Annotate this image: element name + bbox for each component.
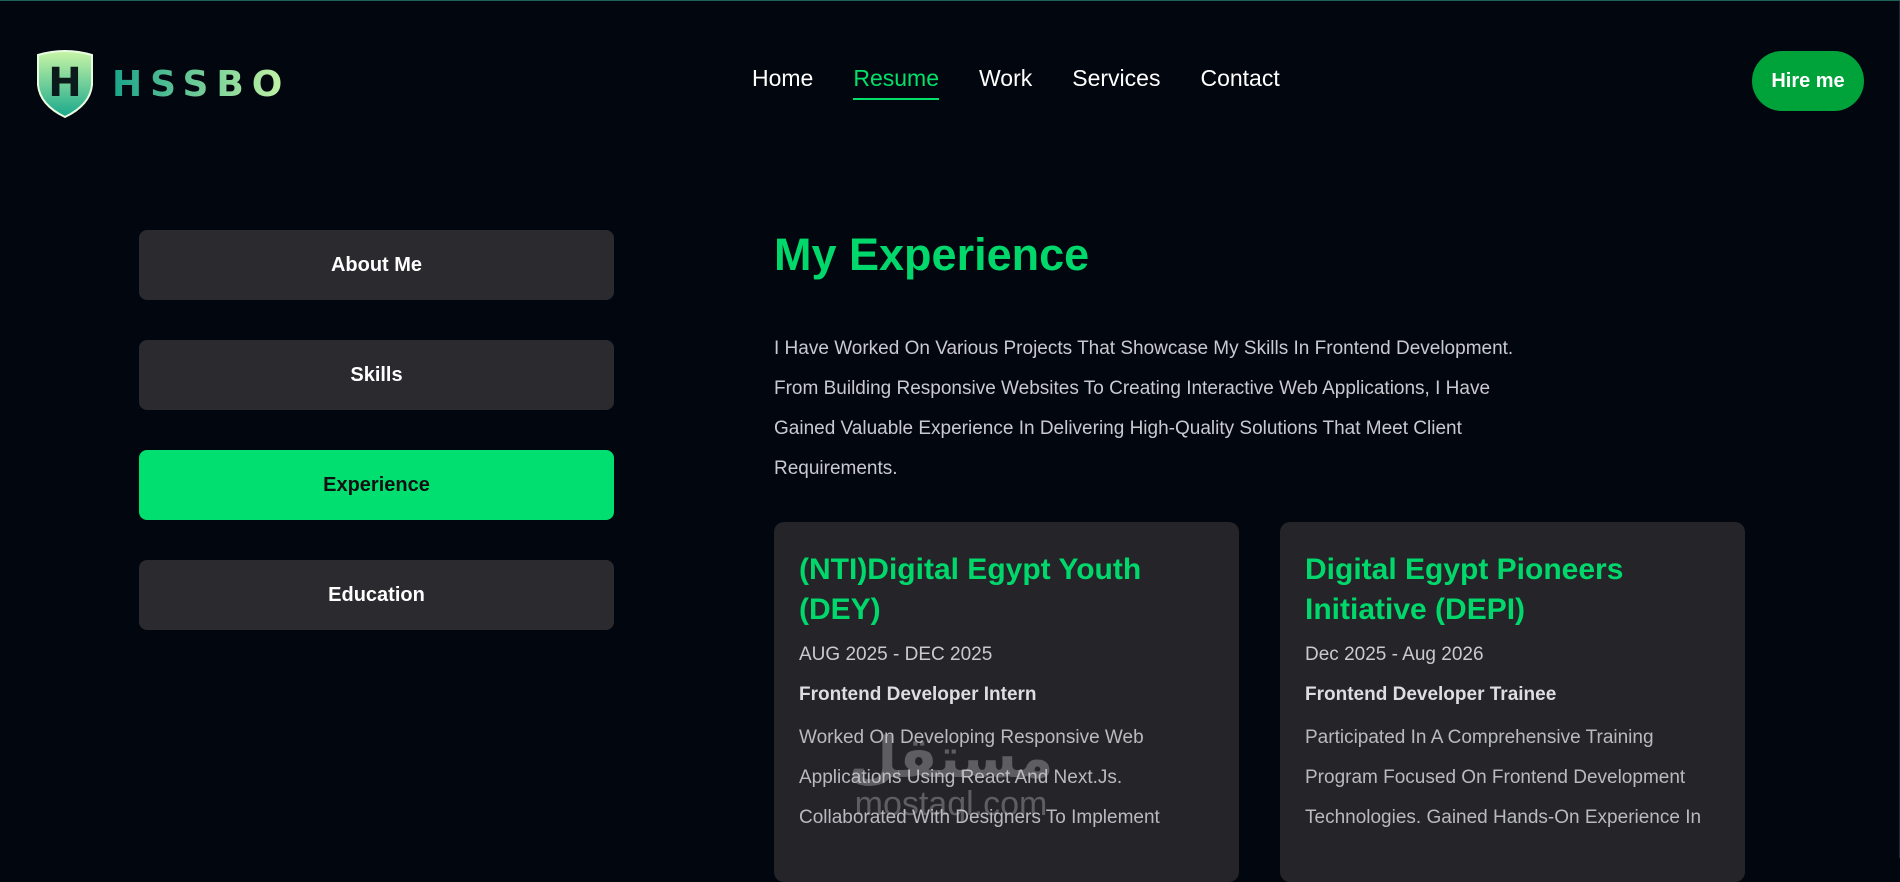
experience-section: My Experience I Have Worked On Various P…: [774, 229, 1774, 882]
card-title: (NTI)Digital Egypt Youth (DEY): [799, 553, 1142, 626]
card-date: AUG 2025 - DEC 2025: [799, 644, 993, 665]
tab-experience[interactable]: Experience: [139, 450, 614, 520]
experience-cards: (NTI)Digital Egypt Youth (DEY) AUG 2025 …: [774, 522, 1745, 882]
resume-tabs: About Me Skills Experience Education: [139, 230, 614, 670]
logo-text: HSSBO: [112, 63, 291, 105]
logo-letter: H: [48, 60, 81, 106]
nav-contact[interactable]: Contact: [1200, 65, 1279, 100]
tab-skills[interactable]: Skills: [139, 340, 614, 410]
logo-shield-icon: H: [37, 50, 93, 119]
card-role: Frontend Developer Trainee: [1305, 684, 1557, 705]
card-text: Worked On Developing Responsive Web Appl…: [799, 727, 1160, 828]
card-date: Dec 2025 - Aug 2026: [1305, 644, 1484, 665]
nav-services[interactable]: Services: [1072, 65, 1160, 100]
main-nav: Home Resume Work Services Contact: [752, 65, 1280, 100]
section-description: I Have Worked On Various Projects That S…: [774, 338, 1514, 479]
nav-work[interactable]: Work: [979, 65, 1032, 100]
experience-card: Digital Egypt Pioneers Initiative (DEPI)…: [1280, 522, 1745, 882]
tab-education[interactable]: Education: [139, 560, 614, 630]
card-text: Participated In A Comprehensive Training…: [1305, 727, 1702, 828]
card-role: Frontend Developer Intern: [799, 684, 1037, 705]
nav-home[interactable]: Home: [752, 65, 813, 100]
tab-about-me[interactable]: About Me: [139, 230, 614, 300]
logo[interactable]: H HSSBO: [30, 49, 290, 119]
hire-me-button[interactable]: Hire me: [1752, 51, 1864, 111]
nav-resume[interactable]: Resume: [853, 65, 940, 100]
section-title: My Experience: [774, 229, 1090, 280]
experience-card: (NTI)Digital Egypt Youth (DEY) AUG 2025 …: [774, 522, 1239, 882]
card-title: Digital Egypt Pioneers Initiative (DEPI): [1305, 553, 1624, 626]
